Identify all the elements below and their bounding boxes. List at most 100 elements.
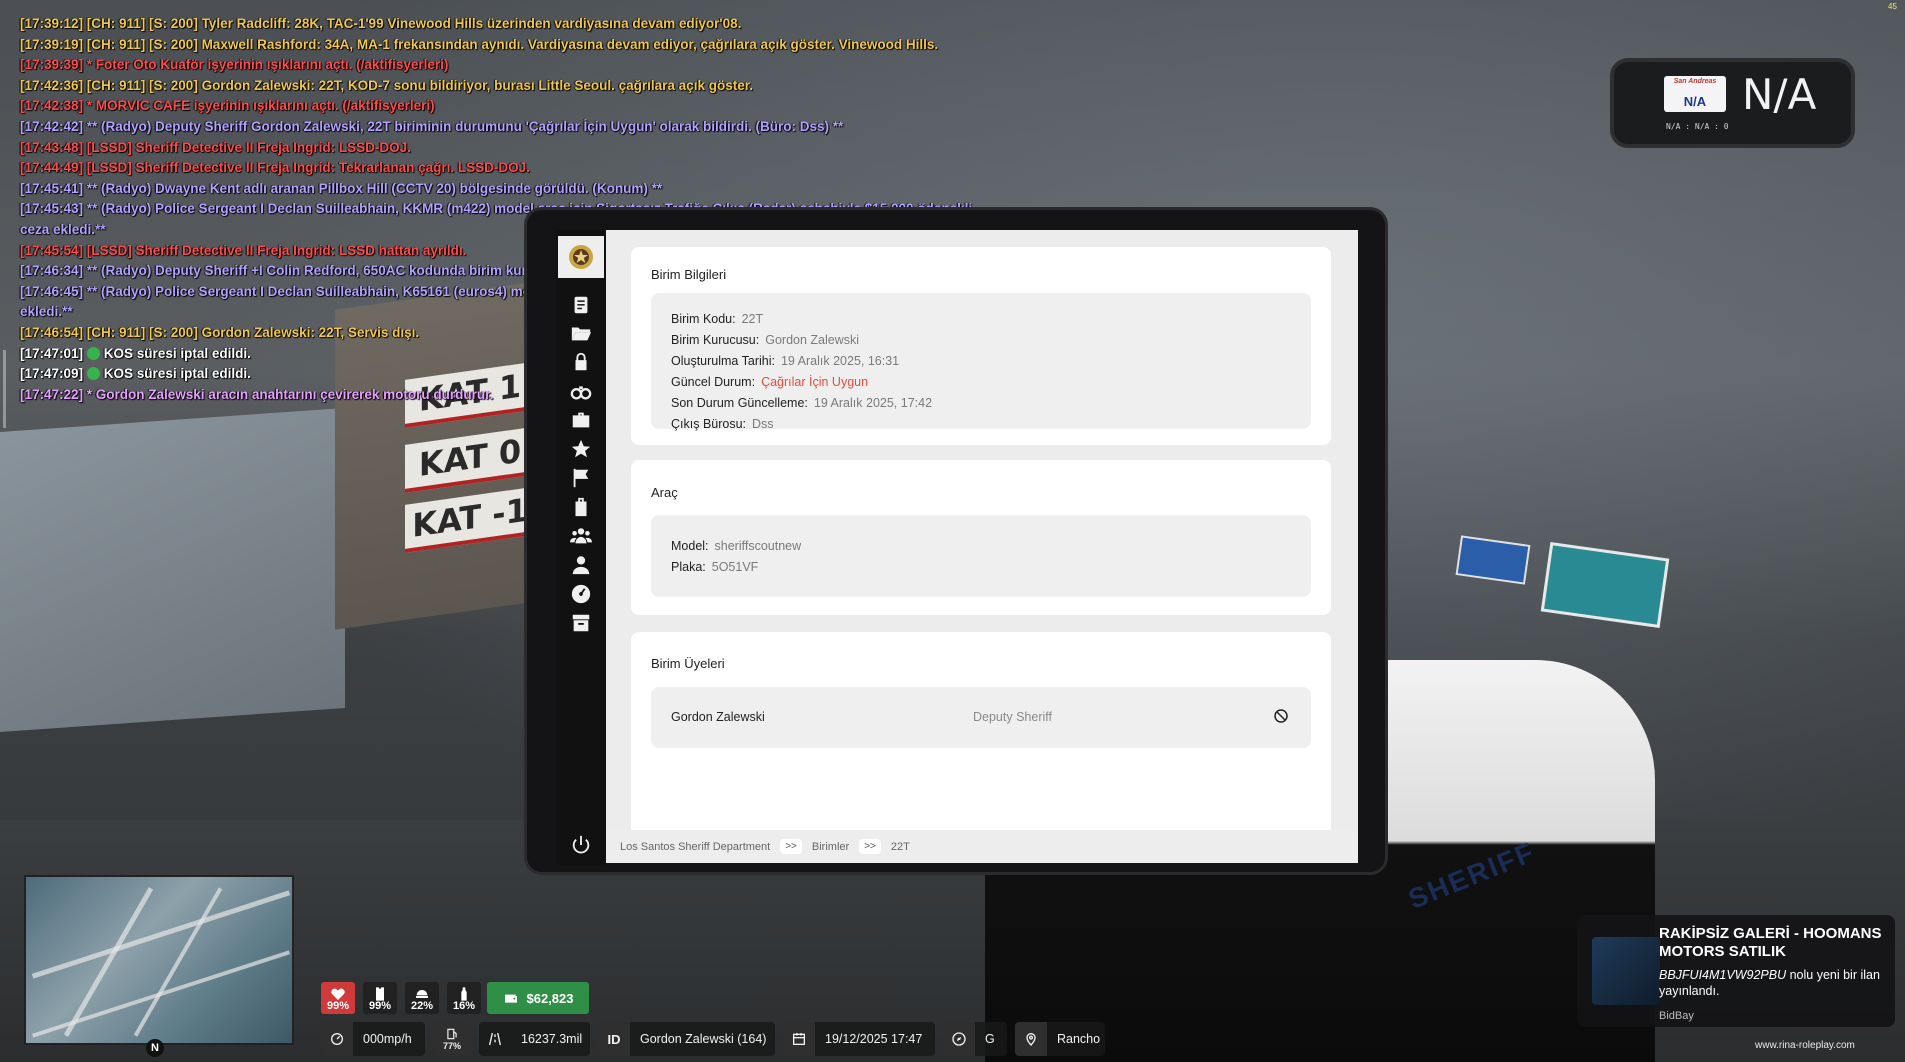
power-icon[interactable] (556, 830, 606, 860)
notification-source: BidBay (1659, 1010, 1694, 1022)
sidebar-flag-icon[interactable] (556, 463, 606, 493)
sidebar-folder-icon[interactable] (556, 318, 606, 348)
vehicle-title: Araç (651, 485, 678, 500)
chat-line: [17:39:12] [CH: 911] [S: 200] Tyler Radc… (20, 16, 742, 31)
member-rank: Deputy Sheriff (973, 710, 1052, 724)
sidebar-archive-icon[interactable] (556, 608, 606, 638)
hunger-indicator: 22% (405, 982, 439, 1014)
status-dot-icon (86, 367, 100, 381)
odometer: 16237.3mil (479, 1022, 590, 1056)
sheriff-logo-icon[interactable] (558, 236, 604, 278)
unit-info-panel: Birim Kodu: 22T Birim Kurucusu: Gordon Zal… (651, 293, 1311, 431)
player-id: ID Gordon Zalewski (164) (598, 1022, 775, 1056)
sidebar-users-icon[interactable] (556, 521, 606, 551)
heart-icon (331, 988, 345, 1000)
chat-line: [17:42:42] ** (Radyo) Deputy Sheriff Gor… (20, 118, 844, 134)
unit-status-row: Güncel Durum: Çağrılar İçin Uygun (671, 375, 869, 389)
members-title: Birim Üyeleri (651, 656, 725, 671)
unit-code-row: Birim Kodu: 22T (671, 312, 764, 326)
dashcam-plate-readout: N/A (1742, 70, 1817, 119)
tablet-screen: Birim Bilgileri Birim Kodu: 22T Birim Kur… (606, 230, 1358, 830)
unit-office-row: Çıkış Bürosu: Dss (671, 417, 774, 431)
compass-north-icon: N (146, 1039, 164, 1057)
minimap: N (24, 875, 294, 1057)
location-pin-icon (1015, 1022, 1047, 1056)
tablet-sidebar (556, 230, 606, 865)
chat-scrollbar[interactable] (3, 350, 6, 428)
notification-image (1592, 937, 1660, 1005)
road-icon (479, 1022, 511, 1056)
unit-office-value: Dss (752, 417, 774, 431)
unit-info-card: Birim Bilgileri Birim Kodu: 22T Birim Kur… (631, 247, 1331, 445)
speedometer: 000mp/h (321, 1022, 425, 1056)
breadcrumb-section[interactable]: Birimler (812, 841, 849, 853)
sidebar-handcuffs-icon[interactable] (556, 376, 606, 406)
sign-kat-0: KAT 0 (405, 426, 535, 493)
vehicle-panel: Model: sheriffscoutnew Plaka: 5O51VF (651, 515, 1311, 597)
member-name: Gordon Zalewski (671, 710, 765, 724)
chat-line: [17:42:36] [CH: 911] [S: 200] Gordon Zal… (20, 77, 753, 93)
car-badge: SHERIFF (1403, 836, 1540, 915)
server-watermark: www.rina-roleplay.com (1755, 1040, 1855, 1051)
mdt-tablet: Birim Bilgileri Birim Kodu: 22T Birim Kur… (524, 207, 1388, 875)
vehicle-model-value: sheriffscoutnew (714, 539, 802, 553)
remove-member-icon[interactable] (1273, 708, 1289, 724)
fuel-icon: 77% (433, 1022, 471, 1056)
vehicle-model-row: Model: sheriffscoutnew (671, 539, 802, 553)
armor-indicator: 99% (363, 982, 397, 1014)
chat-line: [17:39:39] * Foter Oto Kuaför işyerinin … (20, 57, 449, 73)
health-indicator: 99% (321, 982, 355, 1014)
chat-line: [17:45:41] ** (Radyo) Dwayne Kent adlı a… (20, 180, 663, 196)
parking-sign (1540, 541, 1670, 629)
unit-founder-row: Birim Kurucusu: Gordon Zalewski (671, 333, 860, 347)
speedometer-icon (321, 1022, 353, 1056)
dashcam-sub-readout: N/A : N/A : 0 (1666, 122, 1729, 131)
breadcrumb-separator: >> (780, 839, 802, 854)
breadcrumb-current: 22T (890, 840, 910, 853)
breadcrumb-separator: >> (859, 839, 881, 854)
sidebar-star-icon[interactable] (556, 434, 606, 464)
chat-line: [17:39:19] [CH: 911] [S: 200] Maxwell Ra… (20, 36, 939, 52)
plate-preview: San Andreas N/A (1664, 76, 1726, 112)
chat-line: [17:43:48] [LSSD] Sheriff Detective II F… (20, 139, 411, 155)
breadcrumb-dept[interactable]: Los Santos Sheriff Department (620, 841, 770, 853)
fps-counter: 45 (1888, 2, 1897, 11)
chat-line: [17:44:49] [LSSD] Sheriff Detective II F… (20, 160, 530, 176)
wallet-icon (504, 994, 517, 1003)
members-card: Birim Üyeleri Gordon Zalewski Deputy She… (631, 632, 1331, 830)
unit-created-row: Oluşturulma Tarihi: 19 Aralık 2025, 16:31 (671, 354, 900, 368)
sidebar-gauge-icon[interactable] (556, 579, 606, 609)
bottle-icon (461, 987, 467, 1001)
vehicle-plate-row: Plaka: 5O51VF (671, 560, 759, 574)
unit-founder-value: Gordon Zalewski (765, 333, 860, 347)
sidebar-user-icon[interactable] (556, 550, 606, 580)
notification-title: RAKİPSİZ GALERİ - HOOMANS MOTORS SATILIK (1659, 925, 1882, 960)
status-dot-icon (86, 346, 100, 360)
warning-sign (1455, 535, 1531, 585)
id-label: ID (598, 1022, 630, 1056)
unit-created-value: 19 Aralık 2025, 16:31 (780, 354, 900, 368)
chat-line: [17:42:38] * MORVIC CAFE işyerinin ışıkl… (20, 98, 435, 114)
sidebar-suitcase-icon[interactable] (556, 492, 606, 522)
thirst-indicator: 16% (447, 982, 481, 1014)
member-row[interactable]: Gordon Zalewski Deputy Sheriff (651, 687, 1311, 748)
vehicle-plate-value: 5O51VF (711, 560, 759, 574)
money-display: $62,823 (487, 982, 589, 1014)
vehicle-card: Araç Model: sheriffscoutnew Plaka: 5O51VF (631, 460, 1331, 615)
sign-kat-minus-1: KAT -1 (405, 486, 535, 553)
heading-display: G (943, 1022, 1007, 1056)
dashcam-display: San Andreas N/A N/A N/A : N/A : 0 (1610, 58, 1855, 148)
notification-body: BBJFUI4M1VW92PBU nolu yeni bir ilan yayı… (1659, 968, 1880, 998)
food-icon (416, 990, 428, 998)
sidebar-notebook-icon[interactable] (556, 290, 606, 320)
zone-display: Rancho (1015, 1022, 1105, 1056)
compass-icon (943, 1022, 975, 1056)
sidebar-lock-icon[interactable] (556, 347, 606, 377)
plate-state: San Andreas (1673, 78, 1717, 85)
notification-toast[interactable]: RAKİPSİZ GALERİ - HOOMANS MOTORS SATILIK… (1577, 915, 1895, 1027)
unit-last-update-value: 19 Aralık 2025, 17:42 (813, 396, 933, 410)
unit-last-update-row: Son Durum Güncelleme: 19 Aralık 2025, 17:… (671, 396, 933, 410)
sidebar-briefcase-icon[interactable] (556, 405, 606, 435)
vest-icon (376, 987, 384, 1001)
breadcrumb: Los Santos Sheriff Department >> Birimle… (606, 830, 1358, 863)
